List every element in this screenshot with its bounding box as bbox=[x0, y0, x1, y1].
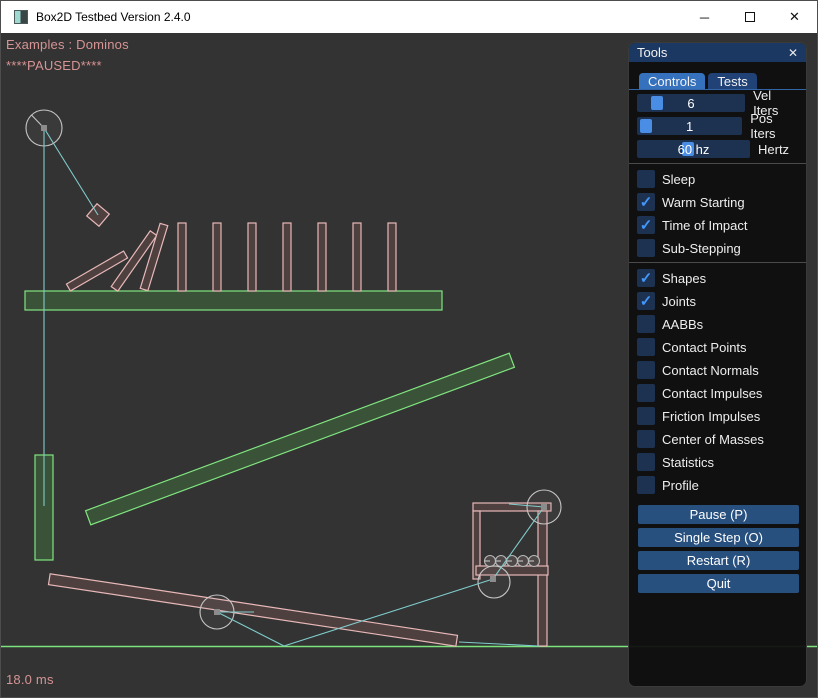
hertz-value: 60 hz bbox=[678, 142, 710, 157]
checkbox-row-contact-points: Contact Points bbox=[637, 338, 798, 356]
checkbox-warm-starting[interactable]: ✓ bbox=[637, 193, 655, 211]
checkbox-row-contact-impulses: Contact Impulses bbox=[637, 384, 798, 402]
single-step-button[interactable]: Single Step (O) bbox=[638, 528, 799, 547]
paused-label: ****PAUSED**** bbox=[6, 58, 102, 73]
checkbox-sleep[interactable] bbox=[637, 170, 655, 188]
pos-iters-row: 1 Pos Iters bbox=[637, 117, 798, 135]
checkbox-contact-points[interactable] bbox=[637, 338, 655, 356]
checkbox-label-profile: Profile bbox=[662, 478, 699, 493]
checkbox-row-aabbs: AABBs bbox=[637, 315, 798, 333]
checkbox-label-shapes: Shapes bbox=[662, 271, 706, 286]
vel-iters-value: 6 bbox=[687, 96, 694, 111]
os-titlebar: Box2D Testbed Version 2.4.0 ─ ✕ bbox=[1, 1, 817, 33]
checkbox-row-profile: Profile bbox=[637, 476, 798, 494]
pos-iters-slider-grab[interactable] bbox=[640, 119, 652, 133]
checkbox-friction-impulses[interactable] bbox=[637, 407, 655, 425]
app-icon bbox=[14, 10, 28, 24]
maximize-icon bbox=[745, 12, 755, 22]
checkbox-contact-normals[interactable] bbox=[637, 361, 655, 379]
tab-controls[interactable]: Controls bbox=[639, 73, 705, 89]
checkbox-shapes[interactable]: ✓ bbox=[637, 269, 655, 287]
checkbox-label-friction-impulses: Friction Impulses bbox=[662, 409, 760, 424]
quit-button[interactable]: Quit bbox=[638, 574, 799, 593]
checkbox-row-sub-stepping: Sub-Stepping bbox=[637, 239, 798, 257]
checkbox-label-aabbs: AABBs bbox=[662, 317, 703, 332]
checkbox-row-time-of-impact: ✓ Time of Impact bbox=[637, 216, 798, 234]
pos-iters-value: 1 bbox=[686, 119, 693, 134]
tools-panel-close-icon[interactable]: ✕ bbox=[788, 46, 798, 60]
window-title: Box2D Testbed Version 2.4.0 bbox=[36, 10, 191, 24]
pause-button[interactable]: Pause (P) bbox=[638, 505, 799, 524]
checkbox-aabbs[interactable] bbox=[637, 315, 655, 333]
checkbox-sub-stepping[interactable] bbox=[637, 239, 655, 257]
close-icon: ✕ bbox=[789, 9, 800, 25]
ramp bbox=[86, 353, 515, 525]
checkbox-row-center-of-masses: Center of Masses bbox=[637, 430, 798, 448]
checkbox-joints[interactable]: ✓ bbox=[637, 292, 655, 310]
pos-iters-slider[interactable]: 1 bbox=[637, 117, 742, 135]
maximize-button[interactable] bbox=[727, 1, 772, 33]
tools-panel: Tools ✕ Controls Tests 6 Vel Iters 1 Pos bbox=[628, 42, 807, 687]
checkbox-profile[interactable] bbox=[637, 476, 655, 494]
app-window: Box2D Testbed Version 2.4.0 ─ ✕ Examples… bbox=[0, 0, 818, 698]
newton-balls bbox=[485, 556, 540, 567]
checkbox-contact-impulses[interactable] bbox=[637, 384, 655, 402]
hertz-row: 60 hz Hertz bbox=[637, 140, 798, 158]
display-checkbox-group: ✓ Shapes ✓ Joints AABBs Contact Points Contact… bbox=[637, 269, 798, 494]
vel-iters-slider[interactable]: 6 bbox=[637, 94, 745, 112]
minimize-icon: ─ bbox=[700, 10, 709, 25]
checkbox-label-sleep: Sleep bbox=[662, 172, 695, 187]
tabbar: Controls Tests bbox=[629, 73, 806, 89]
example-name-label: Examples : Dominos bbox=[6, 37, 129, 52]
checkbox-label-joints: Joints bbox=[662, 294, 696, 309]
domino-platform bbox=[25, 291, 442, 310]
checkbox-statistics[interactable] bbox=[637, 453, 655, 471]
checkbox-row-friction-impulses: Friction Impulses bbox=[637, 407, 798, 425]
checkbox-row-contact-normals: Contact Normals bbox=[637, 361, 798, 379]
minimize-button[interactable]: ─ bbox=[682, 1, 727, 33]
checkbox-row-shapes: ✓ Shapes bbox=[637, 269, 798, 287]
tools-panel-titlebar[interactable]: Tools ✕ bbox=[629, 43, 806, 62]
checkbox-label-time-of-impact: Time of Impact bbox=[662, 218, 747, 233]
vel-iters-row: 6 Vel Iters bbox=[637, 94, 798, 112]
checkbox-row-sleep: Sleep bbox=[637, 170, 798, 188]
checkbox-row-warm-starting: ✓ Warm Starting bbox=[637, 193, 798, 211]
vel-iters-slider-grab[interactable] bbox=[651, 96, 663, 110]
checkbox-time-of-impact[interactable]: ✓ bbox=[637, 216, 655, 234]
checkbox-label-warm-starting: Warm Starting bbox=[662, 195, 745, 210]
checkbox-label-contact-points: Contact Points bbox=[662, 340, 747, 355]
checkbox-center-of-masses[interactable] bbox=[637, 430, 655, 448]
hertz-label: Hertz bbox=[758, 142, 789, 157]
tools-panel-title: Tools bbox=[637, 45, 667, 60]
checkbox-label-contact-impulses: Contact Impulses bbox=[662, 386, 762, 401]
dominos bbox=[66, 223, 396, 291]
checkbox-row-joints: ✓ Joints bbox=[637, 292, 798, 310]
separator bbox=[629, 163, 806, 164]
separator bbox=[629, 262, 806, 263]
checkbox-label-statistics: Statistics bbox=[662, 455, 714, 470]
checkbox-label-sub-stepping: Sub-Stepping bbox=[662, 241, 741, 256]
close-button[interactable]: ✕ bbox=[772, 1, 817, 33]
checkbox-label-center-of-masses: Center of Masses bbox=[662, 432, 764, 447]
hertz-slider[interactable]: 60 hz bbox=[637, 140, 750, 158]
restart-button[interactable]: Restart (R) bbox=[638, 551, 799, 570]
tab-tests[interactable]: Tests bbox=[708, 73, 756, 89]
checkbox-row-statistics: Statistics bbox=[637, 453, 798, 471]
checkbox-label-contact-normals: Contact Normals bbox=[662, 363, 759, 378]
simulation-checkbox-group: Sleep ✓ Warm Starting ✓ Time of Impact Sub-St… bbox=[637, 170, 798, 257]
pos-iters-label: Pos Iters bbox=[750, 111, 798, 141]
frame-time-label: 18.0 ms bbox=[6, 672, 54, 687]
joint-lines bbox=[44, 128, 544, 646]
